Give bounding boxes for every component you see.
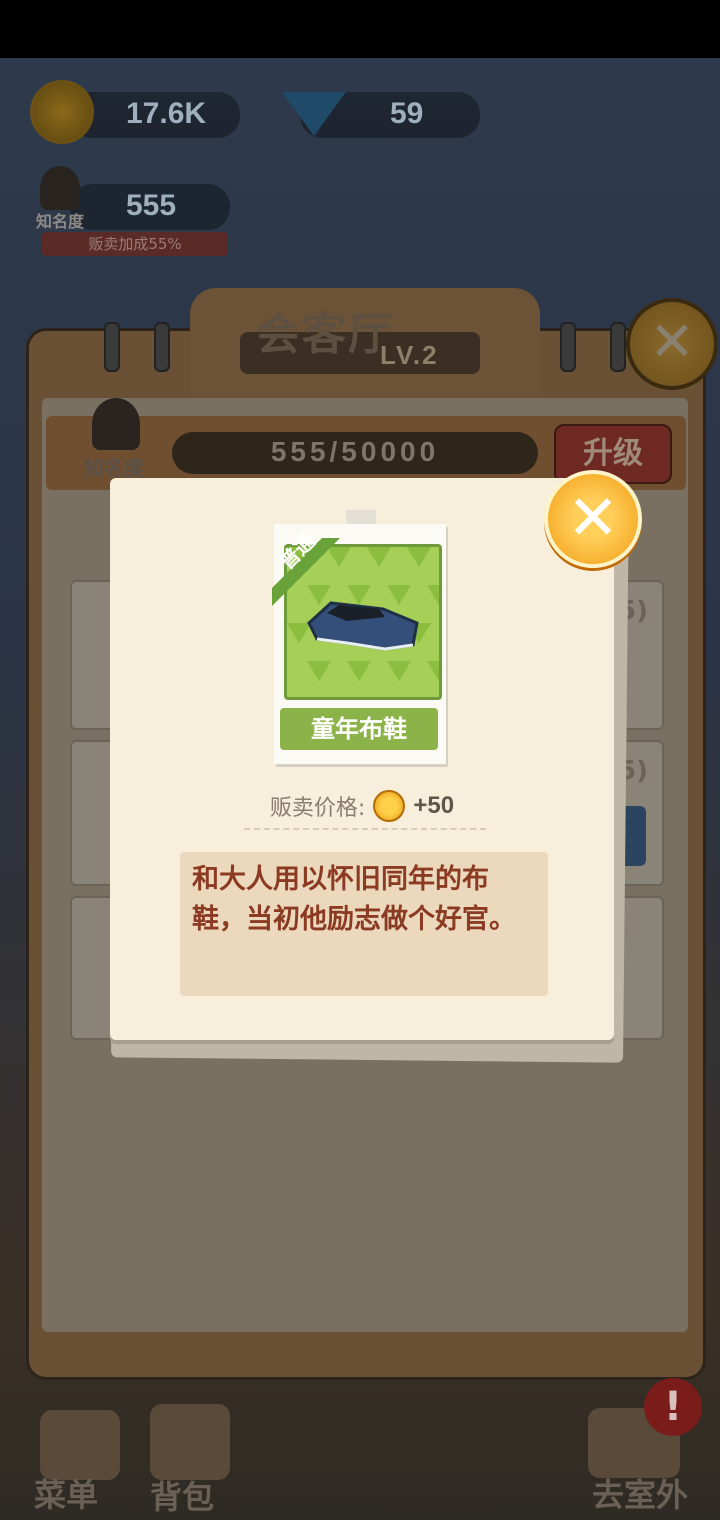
- bag-button[interactable]: 背包: [150, 1472, 214, 1518]
- coin-icon: [30, 80, 94, 144]
- avatar-icon: [92, 398, 140, 450]
- outdoor-button[interactable]: 去室外: [592, 1470, 688, 1516]
- binder-ring: [154, 322, 170, 372]
- fame-progress-text: 555/50000: [270, 436, 440, 467]
- fame-label: 知名度: [36, 212, 85, 231]
- hall-level: LV.2: [380, 340, 439, 370]
- diamond-value: 59: [390, 97, 424, 130]
- item-name: 童年布鞋: [280, 708, 438, 750]
- paper-tear: [566, 1004, 580, 1038]
- binder-ring: [560, 322, 576, 372]
- hall-close-button[interactable]: ✕: [626, 298, 718, 390]
- close-icon: ✕: [567, 481, 619, 554]
- avatar-icon: [40, 166, 80, 210]
- price-row: 贩卖价格: +50: [110, 788, 614, 824]
- close-icon: ✕: [649, 310, 695, 373]
- menu-button[interactable]: 菜单: [34, 1470, 98, 1516]
- binder-ring: [610, 322, 626, 372]
- hall-fame-label: 知名度: [84, 456, 144, 480]
- sale-bonus-bar: 贩卖加成55%: [42, 232, 228, 256]
- status-bar: [0, 0, 720, 58]
- coin-icon: [373, 790, 406, 822]
- popup-close-button[interactable]: ✕: [544, 470, 642, 568]
- binder-ring: [104, 322, 120, 372]
- divider: [244, 828, 486, 830]
- fame-value: 555: [126, 189, 177, 222]
- price-value: +50: [413, 792, 455, 819]
- price-label: 贩卖价格:: [269, 796, 366, 821]
- alert-badge: !: [644, 1378, 702, 1436]
- item-description: 和大人用以怀旧同年的布鞋，当初他励志做个好官。: [192, 864, 516, 935]
- coin-value: 17.6K: [126, 97, 207, 130]
- diamond-icon: [282, 92, 346, 136]
- bag-icon[interactable]: [150, 1404, 230, 1480]
